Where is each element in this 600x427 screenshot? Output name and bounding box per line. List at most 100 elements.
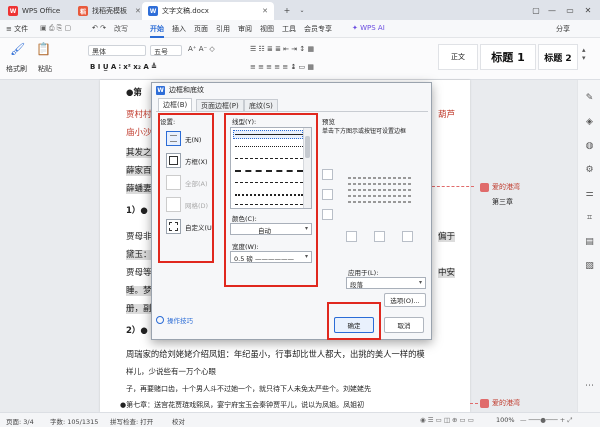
tab-document[interactable]: W 文字文稿.docx ✕ [142,2,274,20]
border-inside-h-button[interactable] [322,189,333,200]
paste-icon[interactable]: 📋 [36,42,51,56]
menu-member[interactable]: 会员专享 [304,24,332,34]
view-mode-buttons[interactable]: ◉ ☰ ▭ ◫ ⊕ ▭ ▭ [420,416,474,424]
more-menu[interactable]: 改写 [114,24,128,34]
preview-hint: 单击下方图示或按钮可设置边框 [322,128,407,135]
apply-to-label: 应用于(L): [348,269,379,277]
crop-icon[interactable]: ⌗ [583,212,596,225]
menu-page[interactable]: 页面 [194,24,208,34]
doc-line: ●第 [126,88,142,98]
doc-text: 偏于 [438,232,456,242]
paste-label[interactable]: 粘贴 [38,64,52,74]
pen-icon[interactable]: ✎ [583,92,596,105]
menu-start[interactable]: 开始 [150,24,164,38]
zoom-slider[interactable]: — ───●─── + ⤢ [520,416,573,425]
share-button[interactable]: 分享 [556,24,570,34]
close-icon[interactable]: ✕ [135,7,141,15]
docer-icon: 稻 [78,6,88,16]
zoom-level[interactable]: 100% [496,416,515,424]
menu-review[interactable]: 审阅 [238,24,252,34]
font-grow-shrink-buttons[interactable]: A⁺ A⁻ ◇ [188,45,215,53]
font-style-buttons[interactable]: B I U̲ A ∶ x² x₂ A ≜ [90,63,157,71]
spell-check-status[interactable]: 拼写检查: 打开 [110,416,153,426]
comment-connector [432,186,474,187]
border-bottom-button[interactable] [322,209,333,220]
wps-ai-button[interactable]: ✦ WPS AI [352,24,385,32]
settings-icon[interactable]: ⚙ [583,164,596,177]
format-painter-label[interactable]: 格式刷 [6,64,27,74]
highlight-box-line-style [224,113,318,287]
quick-access-toolbar[interactable]: ▣ ⎙ ⎘ ▢ [40,24,71,33]
image-icon[interactable]: ▧ [583,260,596,273]
layers-icon[interactable]: ◈ [583,116,596,129]
tab-shading[interactable]: 底纹(S) [244,99,278,111]
alignment-buttons[interactable]: ≡ ≡ ≡ ≡ ≡ ↨ ▭ ▦ [250,63,314,71]
font-size-select[interactable]: 五号 [150,45,182,56]
tab-divider [156,111,428,112]
comment-connector [470,403,478,404]
wps-ai-label: WPS AI [360,24,385,32]
document-icon[interactable]: ▤ [583,236,596,249]
list-buttons[interactable]: ☰ ☷ ≣ ≣ ⇤ ⇥ ↕ ▦ [250,45,314,53]
border-inside-v-button[interactable] [374,231,385,242]
sliders-icon[interactable]: ⚌ [583,188,596,201]
word-count[interactable]: 字数: 105/1315 [50,416,98,426]
chevron-down-icon[interactable]: ⌄ [294,3,310,17]
font-name-select[interactable]: 黑体 [88,45,146,56]
doc-line: 贾母等 [126,268,152,278]
tips-link[interactable]: 操作技巧 [156,315,193,325]
comment-card[interactable]: 爱的港湾 [480,398,520,408]
doc-line: 子，再要赌口齿，十个男人斗不过她一个，就只待下人未免太严些个。刘姥姥先 [126,385,371,393]
doc-line: ●第七章：送宫花贾琏戏熙凤，宴宁府宝玉会秦钟贾平儿，说以为凤姐。凤姐初 [120,401,365,409]
doc-line: 贾村村 [126,110,152,120]
dialog-title: 边框和底纹 [169,86,204,94]
doc-text: 薛家百 [126,166,152,176]
restore-window-button[interactable]: ▢ [528,3,544,17]
style-normal[interactable]: 正文 [438,44,478,70]
shapes-icon[interactable]: ◍ [583,140,596,153]
options-button[interactable]: 选项(O)... [384,293,426,307]
tab-docer[interactable]: 稻 找稻壳模板 ✕ [72,2,147,20]
menu-reference[interactable]: 引用 [216,24,230,34]
doc-text: 册，副 [126,304,152,314]
undo-redo-buttons[interactable]: ↶ ↷ [92,24,106,32]
lightbulb-icon [156,316,164,324]
cancel-button[interactable]: 取消 [384,317,424,333]
border-top-button[interactable] [322,169,333,180]
doc-text: 薛蟠妻 [126,184,152,194]
doc-line: 其发之 [126,146,152,158]
doc-line: 贾母非 [126,232,152,242]
doc-line: 周瑞家的给刘姥姥介绍凤姐：年纪虽小，行事却比世人都大，出挑的美人一样的模 [126,349,425,359]
minimize-button[interactable]: — [544,3,560,17]
menu-tools[interactable]: 工具 [282,24,296,34]
preview-label: 预览 [322,118,335,126]
tab-borders[interactable]: 边框(B) [158,98,193,111]
preview-area[interactable] [348,173,412,221]
format-painter-icon[interactable]: 🖌 [10,42,25,56]
style-heading-2[interactable]: 标题 2 [538,44,578,70]
avatar [480,398,489,408]
more-icon[interactable]: ⋯ [583,380,596,393]
new-tab-button[interactable]: + [279,3,295,17]
maximize-button[interactable]: ▭ [562,3,578,17]
file-menu[interactable]: ≡ 文件 [6,24,28,34]
page-indicator[interactable]: 页面: 3/4 [6,416,34,426]
close-icon[interactable]: ✕ [262,7,268,15]
border-left-button[interactable] [346,231,357,242]
menu-insert[interactable]: 插入 [172,24,186,34]
tab-wps-office[interactable]: W WPS Office [2,2,66,20]
tab-label: 文字文稿.docx [162,7,209,15]
dialog-title-bar: W 边框和底纹 [152,83,431,97]
apply-to-select[interactable]: 段落 ▾ [346,277,426,289]
comment-author: 爱的港湾 [492,399,520,407]
status-bar: 页面: 3/4 字数: 105/1315 拼写检查: 打开 校对 ◉ ☰ ▭ ◫… [0,412,600,427]
tab-page-borders[interactable]: 页面边框(P) [196,99,244,111]
styles-more-icon[interactable]: ▴ ▾ [582,46,586,62]
comment-card[interactable]: 爱的港湾 第三章 [480,182,520,207]
border-right-button[interactable] [402,231,413,242]
style-heading-1[interactable]: 标题 1 [480,44,536,70]
menu-view[interactable]: 视图 [260,24,274,34]
avatar [480,182,489,192]
proofread-button[interactable]: 校对 [172,416,185,426]
close-window-button[interactable]: ✕ [580,3,596,17]
